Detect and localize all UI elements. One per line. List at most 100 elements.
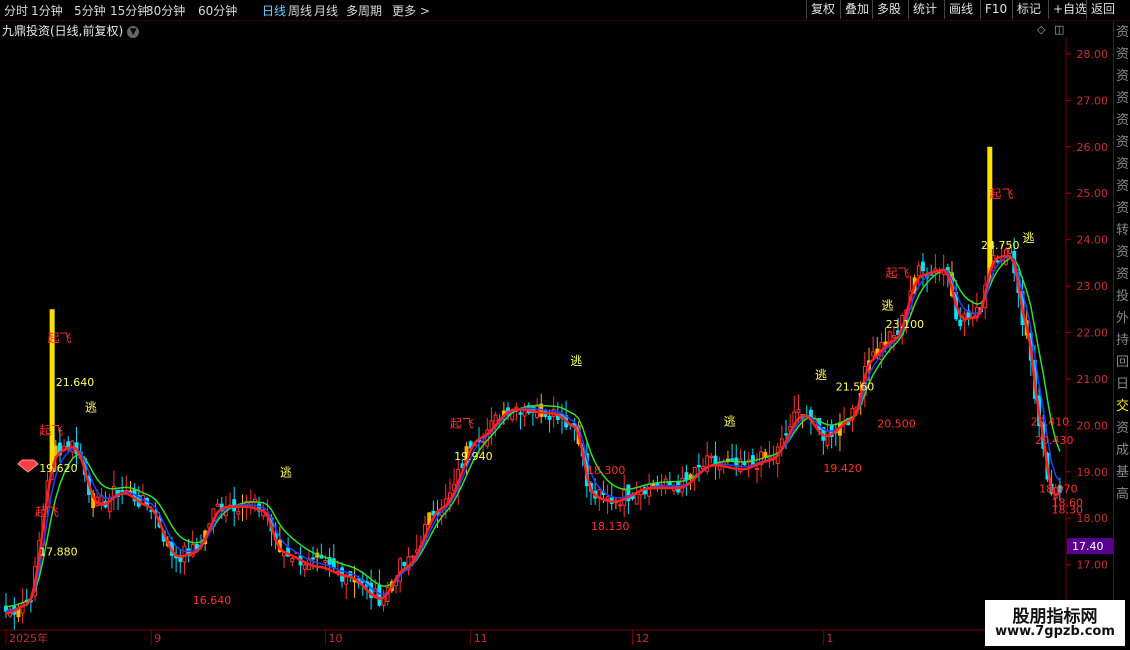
value-label: 19.940 bbox=[454, 450, 493, 463]
x-tick-label: 9 bbox=[154, 632, 161, 645]
value-label: 17.880 bbox=[39, 545, 77, 558]
sidebar-tab-5[interactable]: 资 bbox=[1114, 132, 1130, 154]
signal-takeoff-label: 起飞 bbox=[39, 424, 63, 438]
value-label: 23.100 bbox=[886, 318, 925, 331]
candle-body bbox=[755, 467, 759, 470]
value-label: 21.560 bbox=[836, 381, 875, 394]
sidebar-tab-11[interactable]: 资 bbox=[1114, 264, 1130, 286]
x-tick-label: 2025年 bbox=[9, 631, 48, 645]
candle-body bbox=[124, 489, 129, 492]
candle-body bbox=[916, 265, 921, 277]
value-label: 19.620 bbox=[39, 462, 77, 475]
y-tick-label: 24.00 bbox=[1077, 234, 1109, 247]
candle-body bbox=[290, 557, 295, 563]
sidebar-tab-9[interactable]: 转 bbox=[1114, 220, 1130, 242]
sidebar-tab-6[interactable]: 资 bbox=[1114, 154, 1130, 176]
candle-body bbox=[311, 557, 315, 560]
candle-body bbox=[344, 576, 349, 585]
value-label: 18.130 bbox=[591, 520, 630, 533]
signal-escape-label: 逃 bbox=[881, 298, 893, 312]
y-tick-label: 25.00 bbox=[1077, 187, 1109, 200]
candle-body bbox=[647, 483, 652, 497]
candle-body bbox=[995, 260, 1000, 263]
signal-takeoff-label: 起飞 bbox=[450, 417, 474, 431]
sidebar-tab-12[interactable]: 投 bbox=[1114, 286, 1130, 308]
value-label: 20.410 bbox=[1031, 415, 1070, 428]
sidebar-tab-19[interactable]: 成 bbox=[1114, 440, 1130, 462]
y-tick-label: 23.00 bbox=[1077, 280, 1109, 293]
sidebar-tab-15[interactable]: 回 bbox=[1114, 352, 1130, 374]
candle-body bbox=[53, 445, 58, 457]
candle-body bbox=[481, 440, 486, 443]
sidebar-tab-13[interactable]: 外 bbox=[1114, 308, 1130, 330]
candle-body bbox=[871, 351, 876, 357]
candle-body bbox=[547, 415, 552, 420]
candle-body bbox=[618, 504, 623, 507]
y-tick-label: 27.00 bbox=[1077, 94, 1109, 107]
y-tick-label: 22.00 bbox=[1077, 327, 1109, 340]
sidebar-tab-2[interactable]: 资 bbox=[1114, 66, 1130, 88]
sidebar-tab-8[interactable]: 资 bbox=[1114, 198, 1130, 220]
candle-body bbox=[634, 493, 639, 505]
candle-body bbox=[302, 564, 307, 570]
sidebar-tab-3[interactable]: 资 bbox=[1114, 88, 1130, 110]
y-tick-label: 18.00 bbox=[1077, 512, 1109, 525]
candle-body bbox=[323, 560, 328, 563]
candle-body bbox=[784, 433, 788, 436]
sidebar-tab-16[interactable]: 日 bbox=[1114, 374, 1130, 396]
y-tick-label: 20.00 bbox=[1077, 419, 1109, 432]
sidebar-tab-10[interactable]: 资 bbox=[1114, 242, 1130, 264]
signal-escape-label: 逃 bbox=[85, 400, 97, 414]
candle-body bbox=[825, 430, 830, 447]
candle-body bbox=[377, 585, 382, 606]
sidebar-tab-4[interactable]: 资 bbox=[1114, 110, 1130, 132]
candle-body bbox=[684, 472, 689, 481]
watermark-url: www.7gpzb.com bbox=[995, 624, 1115, 639]
value-label: 18.970 bbox=[1039, 483, 1078, 496]
value-label: 19.420 bbox=[823, 462, 862, 475]
candle-body bbox=[236, 511, 241, 515]
sidebar-tab-7[interactable]: 资 bbox=[1114, 176, 1130, 198]
value-label: 18.300 bbox=[587, 464, 626, 477]
value-label: 20.500 bbox=[877, 418, 916, 431]
candle-body bbox=[194, 544, 199, 550]
signal-escape-label: 逃 bbox=[570, 354, 582, 368]
sidebar-tab-18[interactable]: 资 bbox=[1114, 418, 1130, 440]
y-tick-label: 28.00 bbox=[1077, 48, 1109, 61]
sidebar-tab-17[interactable]: 交 bbox=[1114, 396, 1130, 418]
candle-body bbox=[696, 464, 701, 468]
right-sidebar: 资资资资资资资资资转资资投外持回日交资成基高 bbox=[1113, 22, 1130, 622]
signal-takeoff-label: 起飞 bbox=[47, 331, 71, 345]
date-axis: 2025年910111212 bbox=[5, 630, 1003, 645]
candle-body bbox=[605, 496, 610, 500]
signal-escape-label: 逃 bbox=[280, 465, 292, 479]
y-tick-label: 21.00 bbox=[1077, 373, 1109, 386]
candle-body bbox=[958, 319, 963, 327]
candle-body bbox=[410, 555, 415, 558]
sidebar-tab-1[interactable]: 资 bbox=[1114, 44, 1130, 66]
sidebar-tab-14[interactable]: 持 bbox=[1114, 330, 1130, 352]
candle-body bbox=[215, 503, 220, 507]
watermark: 股朋指标网 www.7gpzb.com bbox=[985, 600, 1125, 646]
signal-takeoff-label: 起飞 bbox=[989, 187, 1013, 201]
candle-body bbox=[182, 545, 187, 563]
candle-body bbox=[518, 412, 523, 415]
candle-body bbox=[730, 458, 735, 461]
y-tick-label: 19.00 bbox=[1077, 466, 1109, 479]
last-price-text: 17.40 bbox=[1072, 540, 1104, 553]
x-tick-label: 1 bbox=[826, 632, 833, 645]
x-tick-label: 10 bbox=[328, 632, 342, 645]
signal-escape-label: 逃 bbox=[815, 368, 827, 382]
candle-body bbox=[796, 409, 801, 413]
y-tick-label: 26.00 bbox=[1077, 141, 1109, 154]
sidebar-tab-0[interactable]: 资 bbox=[1114, 22, 1130, 44]
kline-chart[interactable]: 起飞起飞起飞起飞起飞起飞逃逃逃逃逃逃逃21.64019.62017.88019.… bbox=[0, 0, 1113, 650]
sidebar-tab-20[interactable]: 基 bbox=[1114, 462, 1130, 484]
value-label: 20.430 bbox=[1035, 434, 1074, 447]
value-label: 16.640 bbox=[193, 594, 232, 607]
candle-body bbox=[709, 455, 714, 459]
sidebar-tab-21[interactable]: 高 bbox=[1114, 484, 1130, 506]
candle-body bbox=[402, 562, 407, 566]
signal-escape-label: 逃 bbox=[724, 414, 736, 428]
candle-body bbox=[891, 335, 896, 338]
